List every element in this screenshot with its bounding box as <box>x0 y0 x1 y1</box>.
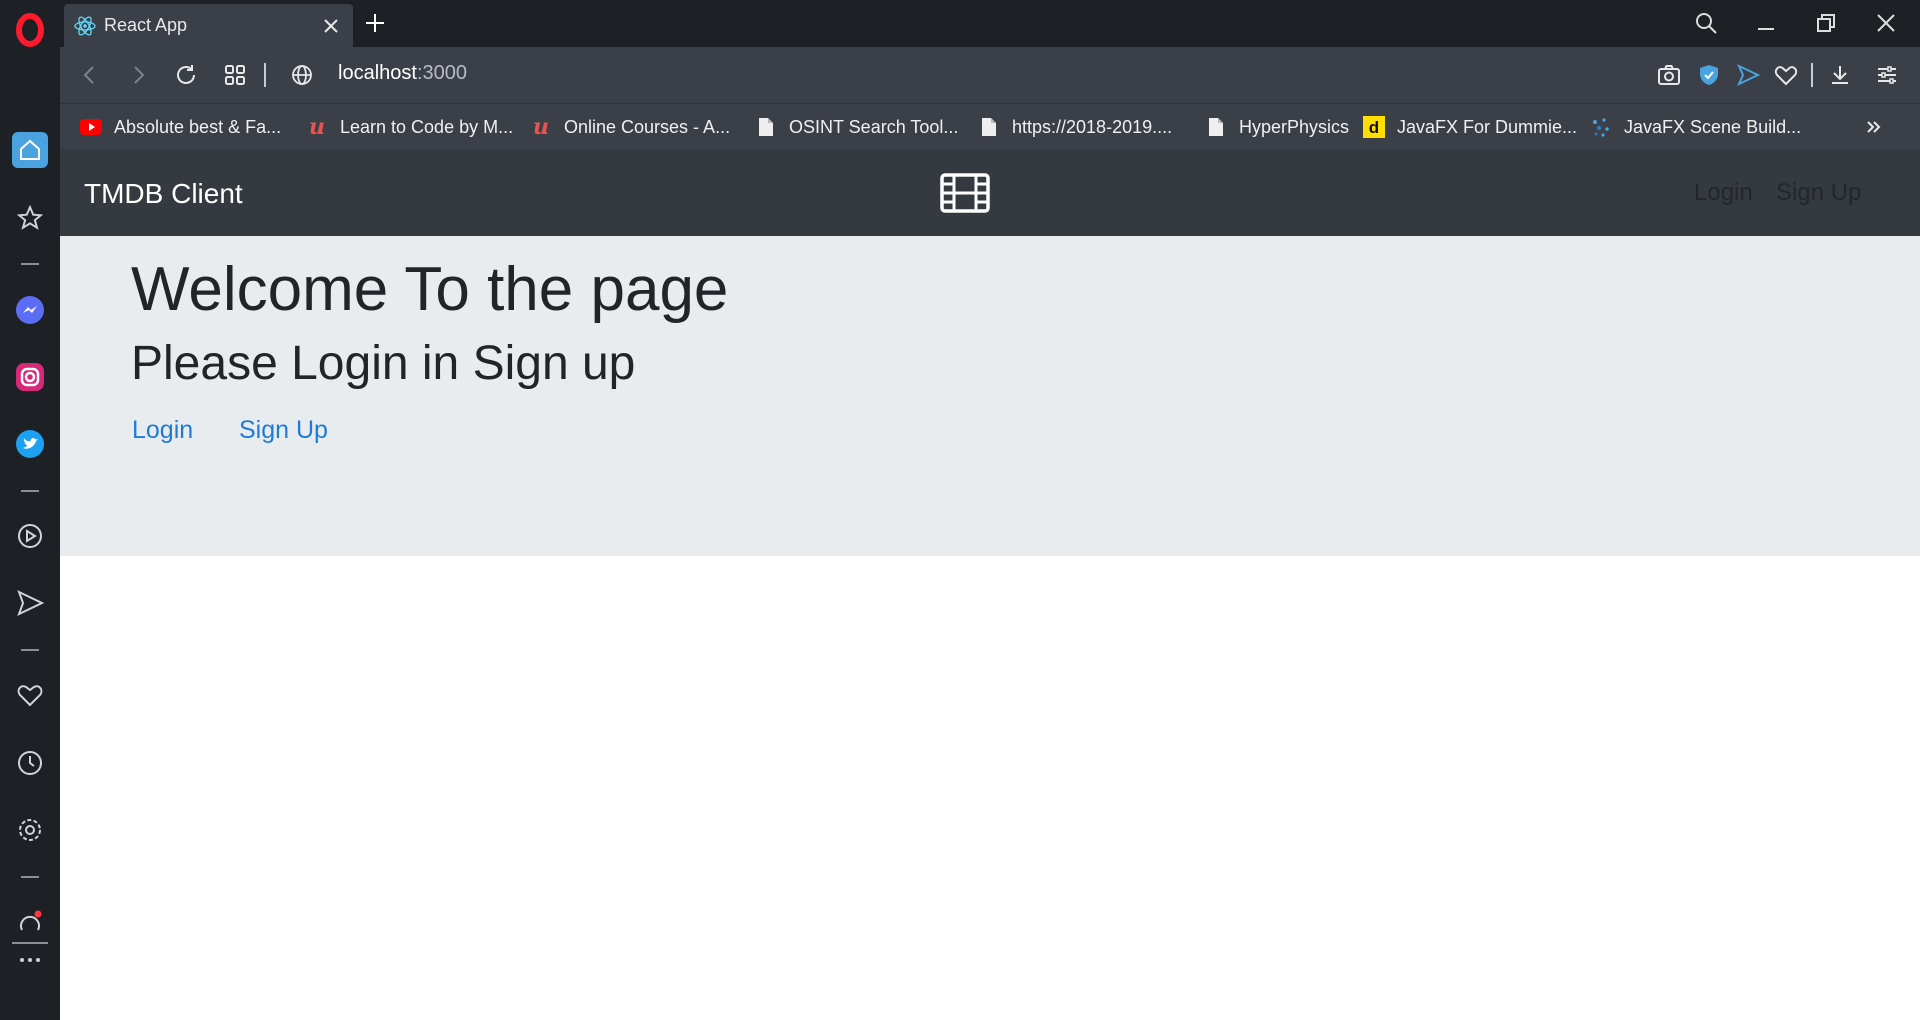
tab-react-app[interactable]: React App <box>64 4 353 47</box>
adblock-shield-icon[interactable] <box>1694 60 1724 90</box>
bookmark-label: Absolute best & Fa... <box>114 116 282 137</box>
close-window-icon[interactable] <box>1872 9 1900 37</box>
forward-arrow-icon[interactable] <box>123 60 153 90</box>
jumbotron: Welcome To the page Please Login in Sign… <box>60 236 1920 556</box>
bookmarks-star-icon[interactable] <box>12 200 48 236</box>
browser-sidebar <box>0 0 60 1020</box>
back-arrow-icon[interactable] <box>75 60 105 90</box>
film-icon <box>940 173 990 213</box>
snapshot-camera-icon[interactable] <box>1654 60 1684 90</box>
react-logo-icon <box>74 15 96 37</box>
svg-text:d: d <box>1369 118 1379 137</box>
bookmark-item[interactable]: https://2018-2019.... <box>978 114 1172 140</box>
close-tab-icon[interactable] <box>319 14 343 38</box>
more-bookmarks-chevron-icon[interactable] <box>1864 114 1884 140</box>
address-bar: localhost:3000 <box>60 47 1920 103</box>
messenger-icon[interactable] <box>12 292 48 328</box>
udemy-icon: u <box>533 114 549 140</box>
bookmark-label: https://2018-2019.... <box>1012 116 1173 137</box>
document-icon <box>755 116 777 138</box>
document-icon <box>978 116 1000 138</box>
login-link[interactable]: Login <box>132 416 193 445</box>
document-icon <box>1205 116 1227 138</box>
history-clock-icon[interactable] <box>12 745 48 781</box>
url-field[interactable]: localhost:3000 <box>338 62 467 85</box>
settings-gear-icon[interactable] <box>12 812 48 848</box>
my-flow-heart-icon[interactable] <box>1771 60 1801 90</box>
flow-send-icon[interactable] <box>12 585 48 621</box>
navbar-login-link[interactable]: Login <box>1694 179 1753 207</box>
bookmark-item[interactable]: Absolute best & Fa... <box>80 114 281 140</box>
navbar-brand[interactable]: TMDB Client <box>84 178 243 210</box>
url-port: :3000 <box>416 62 467 84</box>
navbar-signup-link[interactable]: Sign Up <box>1776 179 1861 207</box>
globe-icon[interactable] <box>287 60 317 90</box>
instagram-icon[interactable] <box>12 359 48 395</box>
bookmark-label: JavaFX Scene Build... <box>1624 116 1802 137</box>
bookmark-label: Learn to Code by M... <box>340 116 514 137</box>
toolbar-divider <box>1811 63 1813 87</box>
bookmark-item[interactable]: HyperPhysics <box>1205 114 1349 140</box>
home-icon[interactable] <box>12 132 48 168</box>
twitter-icon[interactable] <box>12 426 48 462</box>
bookmark-item[interactable]: u Learn to Code by M... <box>306 114 513 140</box>
bookmark-label: JavaFX For Dummie... <box>1397 116 1578 137</box>
page-viewport: TMDB Client Login Sign Up Welcome To the… <box>60 149 1920 1020</box>
bookmark-item[interactable]: u Online Courses - A... <box>530 114 730 140</box>
sidebar-divider <box>21 490 39 492</box>
tab-bar: React App <box>60 0 1920 47</box>
bookmark-label: Online Courses - A... <box>564 116 731 137</box>
sidebar-divider <box>21 649 39 651</box>
heart-icon[interactable] <box>12 677 48 713</box>
page-title: Welcome To the page <box>131 255 729 324</box>
new-tab-plus-icon[interactable] <box>362 10 388 36</box>
download-icon[interactable] <box>1825 60 1855 90</box>
notification-icon[interactable] <box>12 904 48 940</box>
toolbar-divider <box>264 63 266 87</box>
scene-builder-icon <box>1590 116 1612 138</box>
more-options-icon[interactable] <box>12 942 48 978</box>
signup-link[interactable]: Sign Up <box>239 416 328 445</box>
site-navbar: TMDB Client Login Sign Up <box>60 149 1920 236</box>
opera-logo-icon[interactable] <box>12 12 48 48</box>
bookmarks-bar: Absolute best & Fa... u Learn to Code by… <box>60 103 1920 149</box>
bookmark-item[interactable]: OSINT Search Tool... <box>755 114 958 140</box>
youtube-icon <box>80 116 102 138</box>
restore-window-icon[interactable] <box>1812 9 1840 37</box>
tab-title: React App <box>104 15 188 35</box>
bookmark-label: OSINT Search Tool... <box>789 116 959 137</box>
player-icon[interactable] <box>12 518 48 554</box>
minimize-icon[interactable] <box>1752 9 1780 37</box>
flow-send-icon[interactable] <box>1733 60 1763 90</box>
bookmark-item[interactable]: d JavaFX For Dummie... <box>1363 114 1577 140</box>
bookmark-item[interactable]: JavaFX Scene Build... <box>1590 114 1801 140</box>
easy-setup-icon[interactable] <box>1872 60 1902 90</box>
dummies-icon: d <box>1363 116 1385 138</box>
reload-icon[interactable] <box>171 60 201 90</box>
url-host: localhost <box>338 62 417 84</box>
sidebar-divider <box>21 263 39 265</box>
search-tabs-icon[interactable] <box>1692 9 1720 37</box>
sidebar-divider <box>21 876 39 878</box>
speed-dial-grid-icon[interactable] <box>220 60 250 90</box>
udemy-icon: u <box>309 114 325 140</box>
page-subtitle: Please Login in Sign up <box>131 337 636 390</box>
bookmark-label: HyperPhysics <box>1239 116 1350 137</box>
